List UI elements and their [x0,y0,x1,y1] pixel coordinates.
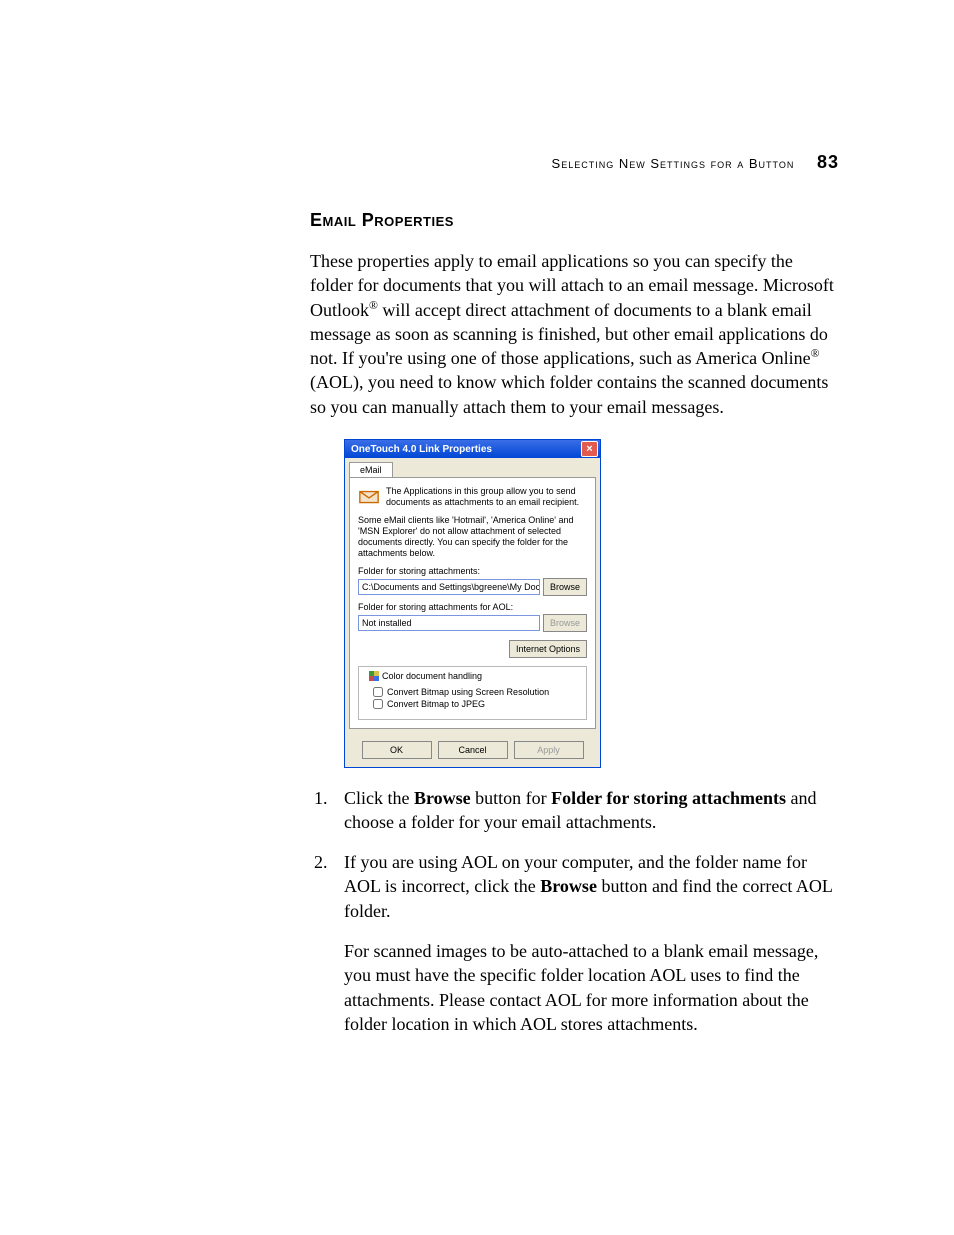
registered-mark: ® [811,347,820,360]
internet-options-row: Internet Options [358,640,587,658]
clients-note: Some eMail clients like 'Hotmail', 'Amer… [358,515,587,560]
content-column: Email Properties These properties apply … [310,210,840,1036]
instruction-list: Click the Browse button for Folder for s… [310,786,840,923]
aol-folder-input[interactable]: Not installed [358,615,540,631]
group-title: Color document handling [382,671,482,681]
dialog-panel: The Applications in this group allow you… [349,477,596,729]
registered-mark: ® [369,299,378,312]
aol-folder-row: Not installed Browse [358,614,587,632]
running-header: Selecting New Settings for a Button 83 [310,152,839,173]
checkbox-label: Convert Bitmap to JPEG [387,699,485,709]
aol-folder-label: Folder for storing attachments for AOL: [358,602,587,612]
tab-email[interactable]: eMail [349,462,393,477]
checkbox-input[interactable] [373,699,383,709]
intro-text-3: (AOL), you need to know which folder con… [310,372,828,416]
folder-row: C:\Documents and Settings\bgreene\My Doc… [358,578,587,596]
step-bold: Browse [540,876,597,896]
internet-options-button[interactable]: Internet Options [509,640,587,658]
folder-input[interactable]: C:\Documents and Settings\bgreene\My Doc… [358,579,540,595]
document-page: Selecting New Settings for a Button 83 E… [0,0,954,1235]
color-handling-group: Color document handling Convert Bitmap u… [358,666,587,720]
dialog-button-row: OK Cancel Apply [345,735,600,767]
step-text: Click the [344,788,414,808]
followup-paragraph: For scanned images to be auto-attached t… [344,939,840,1036]
checkbox-label: Convert Bitmap using Screen Resolution [387,687,549,697]
dialog-description-row: The Applications in this group allow you… [358,486,587,509]
section-title: Selecting New Settings for a Button [552,156,795,171]
browse-button[interactable]: Browse [543,578,587,596]
step-bold: Folder for storing attachments [551,788,786,808]
step-2: If you are using AOL on your computer, a… [332,850,840,923]
aol-browse-button: Browse [543,614,587,632]
group-title-row: Color document handling [367,671,484,681]
section-heading: Email Properties [310,210,840,231]
page-number: 83 [817,152,839,172]
intro-text-2: will accept direct attachment of documen… [310,300,828,369]
dialog-title: OneTouch 4.0 Link Properties [351,444,492,455]
ok-button[interactable]: OK [362,741,432,759]
apply-button: Apply [514,741,584,759]
close-icon[interactable]: × [581,441,598,457]
checkbox-input[interactable] [373,687,383,697]
intro-paragraph: These properties apply to email applicat… [310,249,840,419]
palette-icon [369,671,379,681]
step-text: button for [471,788,552,808]
step-1: Click the Browse button for Folder for s… [332,786,840,835]
cancel-button[interactable]: Cancel [438,741,508,759]
dialog-tabstrip: eMail [345,458,600,477]
mail-icon [358,486,380,508]
step-bold: Browse [414,788,471,808]
checkbox-screen-resolution[interactable]: Convert Bitmap using Screen Resolution [373,687,580,697]
folder-label: Folder for storing attachments: [358,566,587,576]
dialog-titlebar[interactable]: OneTouch 4.0 Link Properties × [345,440,600,458]
checkbox-jpeg[interactable]: Convert Bitmap to JPEG [373,699,580,709]
link-properties-dialog: OneTouch 4.0 Link Properties × eMail The… [344,439,601,768]
dialog-description: The Applications in this group allow you… [386,486,587,509]
